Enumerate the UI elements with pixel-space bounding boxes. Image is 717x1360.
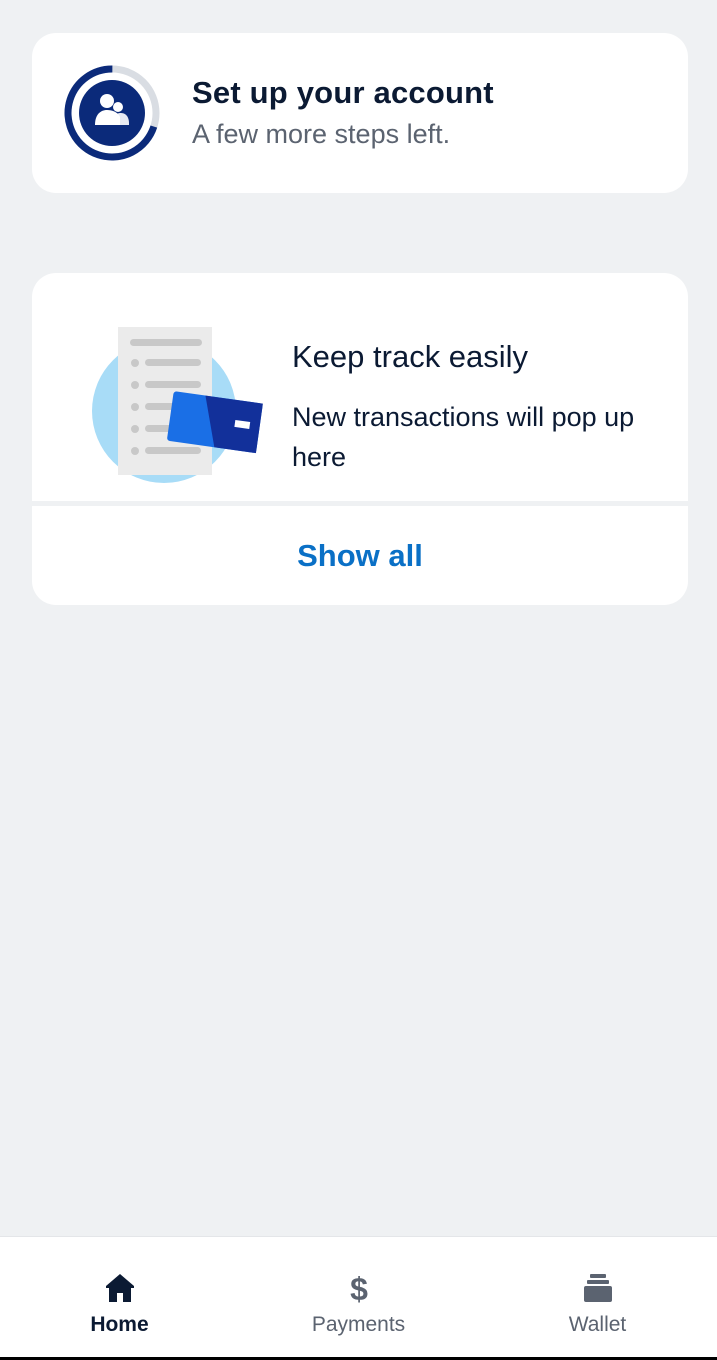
account-setup-icon	[64, 65, 160, 161]
home-icon	[105, 1274, 134, 1302]
setup-title: Set up your account	[192, 75, 494, 110]
nav-label-payments: Payments	[311, 1313, 406, 1336]
svg-text:$: $	[350, 1271, 368, 1305]
nav-label-wallet: Wallet	[568, 1313, 627, 1336]
nav-item-payments[interactable]: $ Payments	[239, 1237, 478, 1357]
setup-account-card[interactable]: Set up your account A few more steps lef…	[32, 33, 688, 193]
show-all-button[interactable]: Show all	[32, 506, 688, 605]
nav-item-wallet[interactable]: Wallet	[478, 1237, 717, 1357]
nav-item-home[interactable]: Home	[0, 1237, 239, 1357]
bottom-nav: Home $ Payments Wallet	[0, 1236, 717, 1360]
dollar-icon: $	[350, 1271, 368, 1305]
home-screen: Set up your account A few more steps lef…	[0, 0, 717, 1360]
wallet-icon	[583, 1274, 612, 1302]
transactions-title: Keep track easily	[292, 339, 529, 374]
transactions-card: Keep track easily New transactions will …	[32, 273, 688, 605]
nav-label-home: Home	[90, 1313, 149, 1336]
transactions-description: New transactions will pop up here	[292, 402, 635, 472]
setup-subtitle: A few more steps left.	[192, 119, 451, 149]
setup-texts: Set up your account A few more steps lef…	[192, 75, 494, 150]
receipt-card-illustration	[92, 327, 263, 483]
